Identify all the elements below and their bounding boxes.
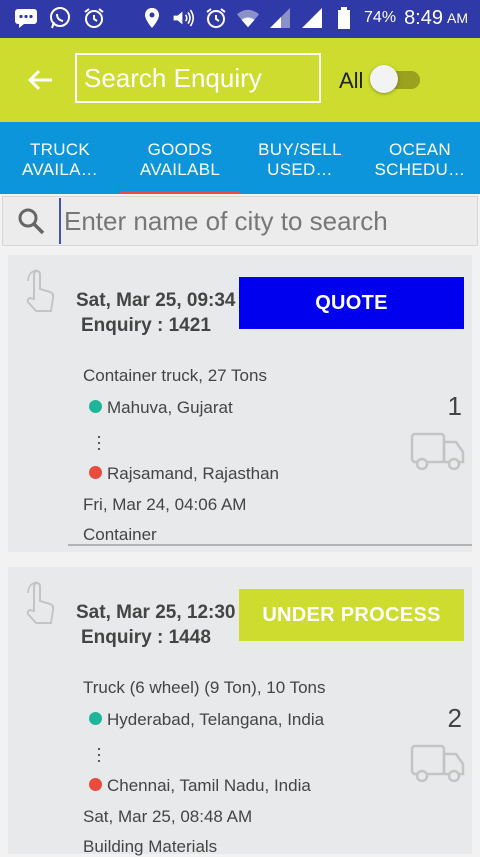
city-search-bar bbox=[2, 196, 478, 246]
truck-count: 2 bbox=[447, 703, 462, 733]
battery-percent: 74% bbox=[364, 9, 397, 26]
message-icon bbox=[14, 6, 38, 30]
tab-label-line1: BUY/SELL bbox=[258, 140, 342, 159]
destination-dot bbox=[89, 466, 102, 479]
search-icon bbox=[3, 196, 59, 246]
tab-bar: TRUCK AVAILA… GOODS AVAILABL BUY/SELL US… bbox=[0, 122, 480, 194]
truck-icon bbox=[410, 742, 466, 784]
signal-icon bbox=[268, 6, 292, 30]
whatsapp-icon bbox=[48, 6, 72, 30]
signal-icon bbox=[300, 6, 324, 30]
enquiry-number: Enquiry : 1448 bbox=[81, 627, 211, 648]
tab-label-line2: AVAILA… bbox=[21, 160, 99, 179]
tab-label-line1: GOODS bbox=[147, 140, 213, 159]
vehicle-type: Truck (6 wheel) (9 Ton), 10 Tons bbox=[83, 678, 326, 697]
route-dots: · · · bbox=[96, 738, 102, 770]
origin-location: Hyderabad, Telangana, India bbox=[107, 710, 325, 729]
enquiry-date: Sat, Mar 25, 09:34 bbox=[76, 290, 236, 311]
search-enquiry-input[interactable] bbox=[77, 55, 319, 101]
enquiry-number: Enquiry : 1421 bbox=[81, 315, 211, 336]
tab-ocean-schedule[interactable]: OCEAN SCHEDU… bbox=[360, 122, 480, 194]
material-type: Container bbox=[83, 525, 157, 544]
origin-dot bbox=[89, 400, 102, 413]
destination-location: Chennai, Tamil Nadu, India bbox=[107, 776, 311, 795]
tab-goods-available[interactable]: GOODS AVAILABL bbox=[120, 122, 240, 194]
card-divider bbox=[68, 544, 472, 546]
all-toggle[interactable] bbox=[370, 65, 420, 93]
destination-location: Rajsamand, Rajasthan bbox=[107, 464, 279, 483]
hand-tap-icon bbox=[22, 581, 58, 625]
battery-icon bbox=[332, 6, 356, 30]
load-date: Fri, Mar 24, 04:06 AM bbox=[83, 495, 247, 514]
enquiry-date: Sat, Mar 25, 12:30 bbox=[76, 602, 236, 623]
enquiry-card[interactable]: Sat, Mar 25, 09:34 Enquiry : 1421 QUOTE … bbox=[8, 255, 472, 552]
quote-button[interactable]: QUOTE bbox=[239, 277, 464, 329]
tab-truck-available[interactable]: TRUCK AVAILA… bbox=[0, 122, 120, 194]
enquiry-card[interactable]: Sat, Mar 25, 12:30 Enquiry : 1448 UNDER … bbox=[8, 567, 472, 856]
status-bar: 74% 8:49 AM bbox=[0, 0, 480, 38]
city-search-input[interactable] bbox=[59, 198, 477, 244]
app-bar: All bbox=[0, 38, 480, 122]
wifi-icon bbox=[236, 6, 260, 30]
alarm-icon bbox=[204, 6, 228, 30]
clock-ampm: AM bbox=[447, 10, 468, 26]
under-process-button[interactable]: UNDER PROCESS bbox=[239, 589, 464, 641]
tab-label-line1: OCEAN bbox=[389, 140, 451, 159]
hand-tap-icon bbox=[22, 269, 58, 313]
clock-time: 8:49 bbox=[404, 6, 443, 29]
tab-label-line2: SCHEDU… bbox=[374, 160, 466, 179]
material-type: Building Materials bbox=[83, 837, 218, 856]
vehicle-type: Container truck, 27 Tons bbox=[83, 366, 267, 385]
load-date: Sat, Mar 25, 08:48 AM bbox=[83, 807, 253, 826]
volume-icon bbox=[172, 6, 196, 30]
route-dots: · · · bbox=[96, 426, 102, 458]
all-toggle-label: All bbox=[339, 68, 364, 93]
location-icon bbox=[140, 6, 164, 30]
search-enquiry-box bbox=[75, 53, 321, 103]
tab-label-line2: AVAILABL bbox=[139, 160, 221, 179]
back-button[interactable] bbox=[20, 60, 60, 100]
origin-dot bbox=[89, 712, 102, 725]
toggle-thumb bbox=[370, 65, 398, 93]
tab-buy-sell-used[interactable]: BUY/SELL USED… bbox=[240, 122, 360, 194]
truck-icon bbox=[410, 430, 466, 472]
tab-label-line2: USED… bbox=[267, 160, 333, 179]
destination-dot bbox=[89, 778, 102, 791]
origin-location: Mahuva, Gujarat bbox=[107, 398, 233, 417]
truck-count: 1 bbox=[447, 391, 462, 421]
alarm-icon bbox=[82, 6, 106, 30]
arrow-left-icon bbox=[27, 69, 52, 91]
tab-label-line1: TRUCK bbox=[29, 140, 91, 159]
